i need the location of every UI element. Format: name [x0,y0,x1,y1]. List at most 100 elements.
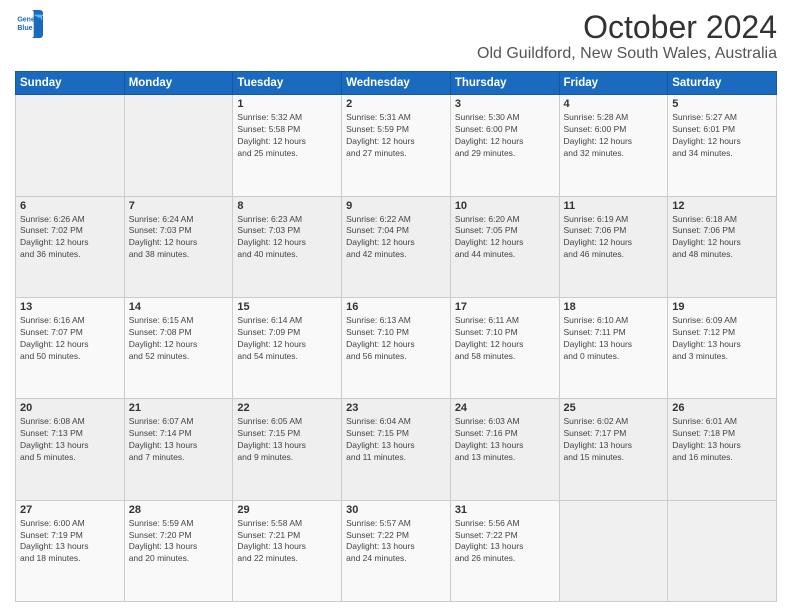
calendar-cell [16,95,125,196]
cell-info: Sunrise: 6:14 AM Sunset: 7:09 PM Dayligh… [237,315,337,363]
day-number: 14 [129,301,229,313]
day-number: 31 [455,504,555,516]
calendar-cell: 19 Sunrise: 6:09 AM Sunset: 7:12 PM Dayli… [668,297,777,398]
calendar-cell: 24 Sunrise: 6:03 AM Sunset: 7:16 PM Dayli… [450,399,559,500]
cell-info: Sunrise: 6:02 AM Sunset: 7:17 PM Dayligh… [564,416,664,464]
day-number: 3 [455,98,555,110]
week-row-3: 13 Sunrise: 6:16 AM Sunset: 7:07 PM Dayli… [16,297,777,398]
calendar-cell: 13 Sunrise: 6:16 AM Sunset: 7:07 PM Dayli… [16,297,125,398]
day-number: 9 [346,200,446,212]
weekday-header-tuesday: Tuesday [233,72,342,95]
day-number: 5 [672,98,772,110]
calendar-cell [559,500,668,601]
day-number: 13 [20,301,120,313]
cell-info: Sunrise: 6:01 AM Sunset: 7:18 PM Dayligh… [672,416,772,464]
cell-info: Sunrise: 5:30 AM Sunset: 6:00 PM Dayligh… [455,112,555,160]
cell-info: Sunrise: 6:03 AM Sunset: 7:16 PM Dayligh… [455,416,555,464]
cell-info: Sunrise: 6:10 AM Sunset: 7:11 PM Dayligh… [564,315,664,363]
cell-info: Sunrise: 6:09 AM Sunset: 7:12 PM Dayligh… [672,315,772,363]
calendar-cell: 1Sunrise: 5:32 AM Sunset: 5:58 PM Daylig… [233,95,342,196]
weekday-header-sunday: Sunday [16,72,125,95]
day-number: 11 [564,200,664,212]
calendar-cell: 30Sunrise: 5:57 AM Sunset: 7:22 PM Dayli… [342,500,451,601]
cell-info: Sunrise: 5:27 AM Sunset: 6:01 PM Dayligh… [672,112,772,160]
calendar-cell: 4 Sunrise: 5:28 AM Sunset: 6:00 PM Daylig… [559,95,668,196]
calendar-cell: 17 Sunrise: 6:11 AM Sunset: 7:10 PM Dayli… [450,297,559,398]
calendar-cell: 5 Sunrise: 5:27 AM Sunset: 6:01 PM Daylig… [668,95,777,196]
cell-info: Sunrise: 6:15 AM Sunset: 7:08 PM Dayligh… [129,315,229,363]
cell-info: Sunrise: 5:59 AM Sunset: 7:20 PM Dayligh… [129,518,229,566]
subtitle: Old Guildford, New South Wales, Australi… [477,45,777,63]
weekday-header-friday: Friday [559,72,668,95]
day-number: 26 [672,402,772,414]
cell-info: Sunrise: 6:11 AM Sunset: 7:10 PM Dayligh… [455,315,555,363]
day-number: 16 [346,301,446,313]
cell-info: Sunrise: 5:28 AM Sunset: 6:00 PM Dayligh… [564,112,664,160]
day-number: 17 [455,301,555,313]
logo: General Blue [15,10,43,38]
day-number: 6 [20,200,120,212]
cell-info: Sunrise: 5:32 AM Sunset: 5:58 PM Dayligh… [237,112,337,160]
calendar-cell: 22 Sunrise: 6:05 AM Sunset: 7:15 PM Dayli… [233,399,342,500]
cell-info: Sunrise: 6:05 AM Sunset: 7:15 PM Dayligh… [237,416,337,464]
header: General Blue October 2024 Old Guildford,… [15,10,777,63]
calendar-cell: 8 Sunrise: 6:23 AM Sunset: 7:03 PM Daylig… [233,196,342,297]
calendar-cell: 23Sunrise: 6:04 AM Sunset: 7:15 PM Dayli… [342,399,451,500]
week-row-4: 20 Sunrise: 6:08 AM Sunset: 7:13 PM Dayli… [16,399,777,500]
day-number: 28 [129,504,229,516]
calendar-cell: 27Sunrise: 6:00 AM Sunset: 7:19 PM Dayli… [16,500,125,601]
calendar-cell: 26 Sunrise: 6:01 AM Sunset: 7:18 PM Dayli… [668,399,777,500]
day-number: 4 [564,98,664,110]
cell-info: Sunrise: 6:08 AM Sunset: 7:13 PM Dayligh… [20,416,120,464]
day-number: 27 [20,504,120,516]
calendar-cell: 10 Sunrise: 6:20 AM Sunset: 7:05 PM Dayli… [450,196,559,297]
calendar-cell: 12 Sunrise: 6:18 AM Sunset: 7:06 PM Dayli… [668,196,777,297]
svg-text:General: General [17,17,43,24]
cell-info: Sunrise: 6:23 AM Sunset: 7:03 PM Dayligh… [237,214,337,262]
day-number: 21 [129,402,229,414]
page: General Blue October 2024 Old Guildford,… [0,0,792,612]
day-number: 7 [129,200,229,212]
day-number: 2 [346,98,446,110]
calendar-cell: 15 Sunrise: 6:14 AM Sunset: 7:09 PM Dayli… [233,297,342,398]
cell-info: Sunrise: 6:16 AM Sunset: 7:07 PM Dayligh… [20,315,120,363]
day-number: 22 [237,402,337,414]
calendar-cell: 21Sunrise: 6:07 AM Sunset: 7:14 PM Dayli… [124,399,233,500]
cell-info: Sunrise: 5:56 AM Sunset: 7:22 PM Dayligh… [455,518,555,566]
svg-text:Blue: Blue [17,25,32,32]
calendar-cell: 9 Sunrise: 6:22 AM Sunset: 7:04 PM Daylig… [342,196,451,297]
cell-info: Sunrise: 6:20 AM Sunset: 7:05 PM Dayligh… [455,214,555,262]
calendar-cell: 14 Sunrise: 6:15 AM Sunset: 7:08 PM Dayli… [124,297,233,398]
logo-icon: General Blue [15,10,43,38]
day-number: 10 [455,200,555,212]
calendar-cell: 29 Sunrise: 5:58 AM Sunset: 7:21 PM Dayli… [233,500,342,601]
day-number: 19 [672,301,772,313]
day-number: 25 [564,402,664,414]
cell-info: Sunrise: 5:58 AM Sunset: 7:21 PM Dayligh… [237,518,337,566]
weekday-header-row: SundayMondayTuesdayWednesdayThursdayFrid… [16,72,777,95]
calendar-cell: 16 Sunrise: 6:13 AM Sunset: 7:10 PM Dayli… [342,297,451,398]
day-number: 18 [564,301,664,313]
day-number: 29 [237,504,337,516]
calendar-cell: 11Sunrise: 6:19 AM Sunset: 7:06 PM Dayli… [559,196,668,297]
day-number: 30 [346,504,446,516]
cell-info: Sunrise: 5:31 AM Sunset: 5:59 PM Dayligh… [346,112,446,160]
day-number: 8 [237,200,337,212]
cell-info: Sunrise: 6:18 AM Sunset: 7:06 PM Dayligh… [672,214,772,262]
main-title: October 2024 [477,10,777,45]
cell-info: Sunrise: 6:13 AM Sunset: 7:10 PM Dayligh… [346,315,446,363]
calendar-cell: 6Sunrise: 6:26 AM Sunset: 7:02 PM Daylig… [16,196,125,297]
calendar-table: SundayMondayTuesdayWednesdayThursdayFrid… [15,71,777,602]
weekday-header-wednesday: Wednesday [342,72,451,95]
title-block: October 2024 Old Guildford, New South Wa… [477,10,777,63]
calendar-cell [124,95,233,196]
day-number: 15 [237,301,337,313]
weekday-header-monday: Monday [124,72,233,95]
cell-info: Sunrise: 6:22 AM Sunset: 7:04 PM Dayligh… [346,214,446,262]
day-number: 12 [672,200,772,212]
calendar-cell: 18 Sunrise: 6:10 AM Sunset: 7:11 PM Dayli… [559,297,668,398]
day-number: 20 [20,402,120,414]
day-number: 24 [455,402,555,414]
calendar-cell: 31 Sunrise: 5:56 AM Sunset: 7:22 PM Dayli… [450,500,559,601]
calendar-cell: 2 Sunrise: 5:31 AM Sunset: 5:59 PM Daylig… [342,95,451,196]
